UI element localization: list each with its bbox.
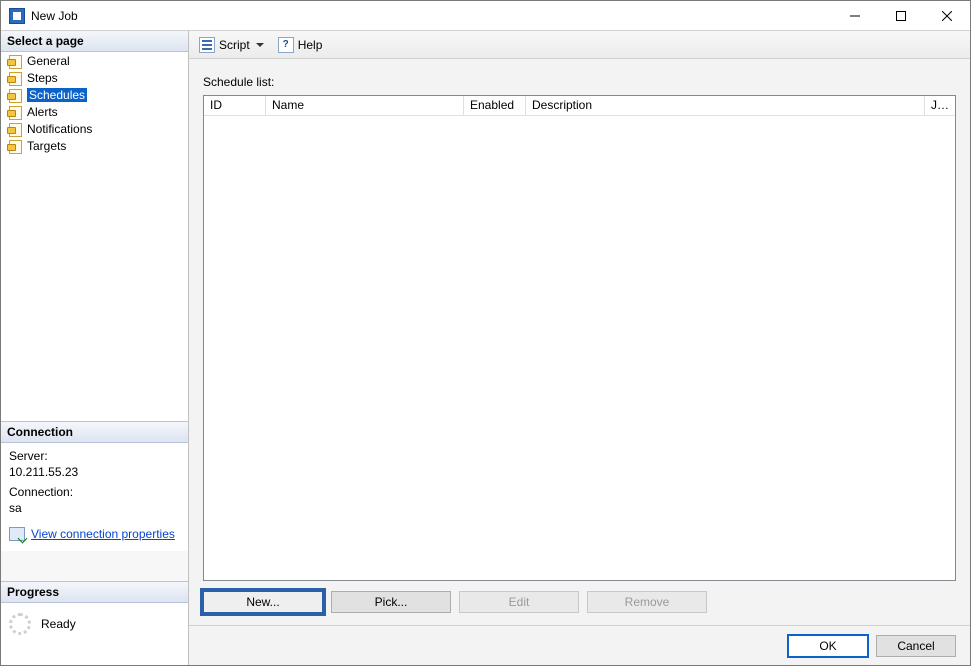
- page-item-label: Schedules: [27, 88, 87, 102]
- pick-button[interactable]: Pick...: [331, 591, 451, 613]
- col-id[interactable]: ID: [204, 96, 266, 116]
- progress-header: Progress: [1, 581, 188, 603]
- page-icon: [7, 105, 23, 119]
- window-title: New Job: [31, 9, 78, 23]
- page-item-notifications[interactable]: Notifications: [1, 120, 188, 137]
- col-job[interactable]: Jo...: [925, 96, 955, 116]
- page-item-label: Alerts: [27, 105, 58, 119]
- maximize-button[interactable]: [878, 1, 924, 31]
- col-description[interactable]: Description: [526, 96, 925, 116]
- connection-header: Connection: [1, 421, 188, 443]
- edit-button[interactable]: Edit: [459, 591, 579, 613]
- left-panel: Select a page General Steps Schedules Al…: [1, 31, 189, 665]
- schedule-list-label: Schedule list:: [203, 75, 956, 89]
- chevron-down-icon: [256, 43, 264, 47]
- ok-button[interactable]: OK: [788, 635, 868, 657]
- page-icon: [7, 54, 23, 68]
- select-page-header: Select a page: [1, 31, 188, 52]
- server-label: Server:: [9, 449, 180, 463]
- col-enabled[interactable]: Enabled: [464, 96, 526, 116]
- script-label: Script: [219, 38, 250, 52]
- new-job-dialog: New Job Select a page General Steps: [0, 0, 971, 666]
- page-item-general[interactable]: General: [1, 52, 188, 69]
- cancel-button[interactable]: Cancel: [876, 635, 956, 657]
- page-item-label: General: [27, 54, 70, 68]
- connection-properties-icon: [9, 527, 25, 541]
- toolbar: Script Help: [189, 31, 970, 59]
- connection-label: Connection:: [9, 485, 180, 499]
- script-icon: [199, 37, 215, 53]
- page-item-targets[interactable]: Targets: [1, 137, 188, 154]
- minimize-button[interactable]: [832, 1, 878, 31]
- help-label: Help: [298, 38, 323, 52]
- close-button[interactable]: [924, 1, 970, 31]
- page-icon: [7, 122, 23, 136]
- page-item-steps[interactable]: Steps: [1, 69, 188, 86]
- remove-button[interactable]: Remove: [587, 591, 707, 613]
- help-button[interactable]: Help: [274, 35, 327, 55]
- page-icon: [7, 88, 23, 102]
- app-icon: [9, 8, 25, 24]
- view-connection-properties-link[interactable]: View connection properties: [31, 527, 175, 541]
- help-icon: [278, 37, 294, 53]
- schedule-list[interactable]: ID Name Enabled Description Jo...: [203, 95, 956, 581]
- progress-status: Ready: [41, 617, 76, 631]
- server-value: 10.211.55.23: [9, 465, 180, 479]
- page-item-label: Targets: [27, 139, 66, 153]
- new-button[interactable]: New...: [203, 591, 323, 613]
- right-panel: Script Help Schedule list: ID Name Enabl…: [189, 31, 970, 665]
- titlebar: New Job: [1, 1, 970, 31]
- progress-spinner-icon: [9, 613, 31, 635]
- page-icon: [7, 139, 23, 153]
- dialog-footer: OK Cancel: [189, 625, 970, 665]
- connection-value: sa: [9, 501, 180, 515]
- list-rows: [204, 116, 955, 580]
- page-icon: [7, 71, 23, 85]
- page-item-label: Notifications: [27, 122, 92, 136]
- page-item-alerts[interactable]: Alerts: [1, 103, 188, 120]
- script-button[interactable]: Script: [195, 35, 268, 55]
- connection-panel: Server: 10.211.55.23 Connection: sa View…: [1, 443, 188, 551]
- list-header: ID Name Enabled Description Jo...: [204, 96, 955, 116]
- page-item-schedules[interactable]: Schedules: [1, 86, 188, 103]
- progress-panel: Ready: [1, 603, 188, 665]
- page-list: General Steps Schedules Alerts Notificat…: [1, 52, 188, 154]
- col-name[interactable]: Name: [266, 96, 464, 116]
- page-item-label: Steps: [27, 71, 58, 85]
